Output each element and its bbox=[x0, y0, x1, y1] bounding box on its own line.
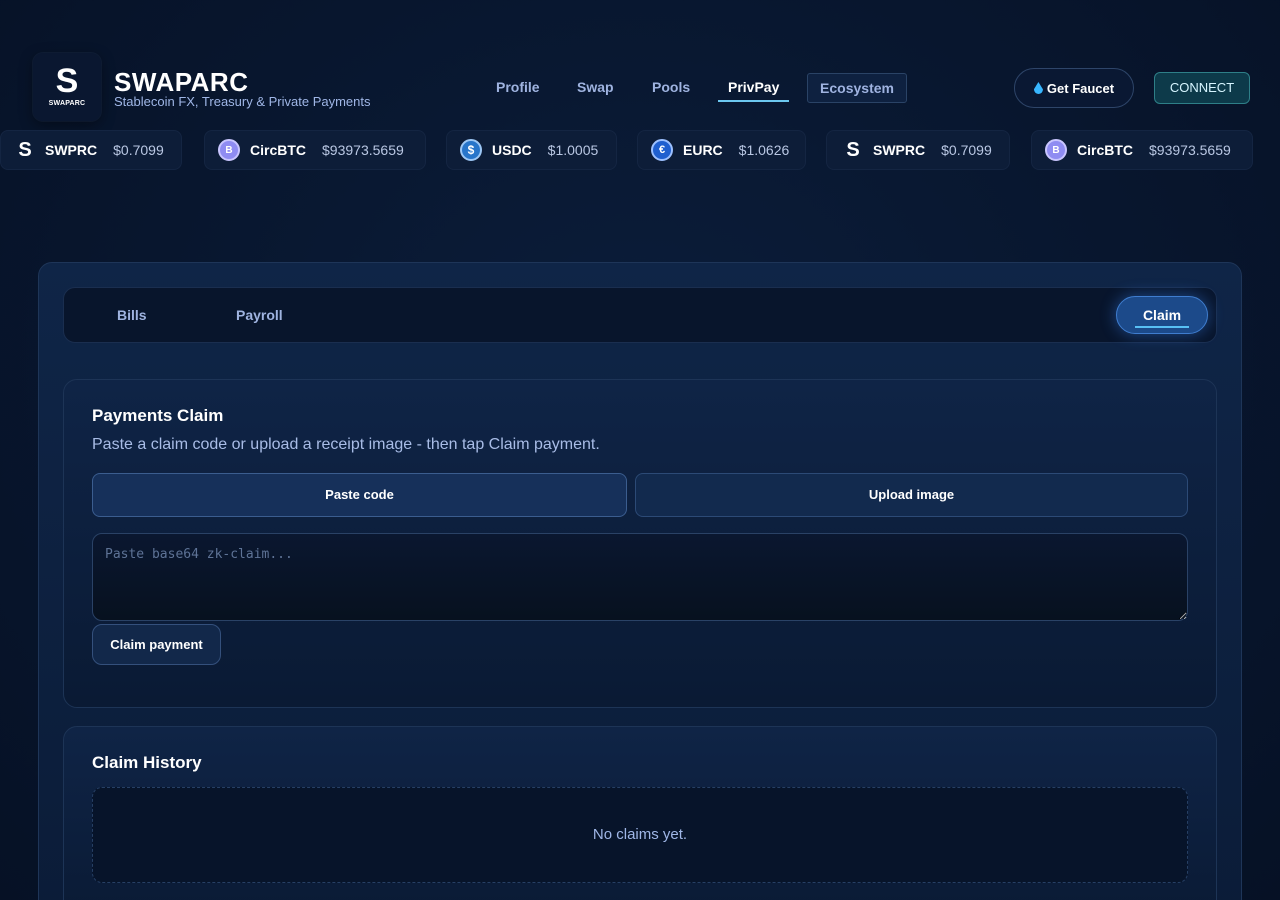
ticker-symbol: USDC bbox=[492, 142, 532, 158]
upload-image-button[interactable]: Upload image bbox=[635, 473, 1188, 517]
payments-claim-description: Paste a claim code or upload a receipt i… bbox=[92, 436, 600, 453]
brand-logo[interactable]: S SWAPARC bbox=[33, 53, 101, 121]
circbtc-icon: B bbox=[218, 139, 240, 161]
nav-active-indicator bbox=[718, 100, 789, 102]
eurc-icon: € bbox=[651, 139, 673, 161]
water-drop-icon bbox=[1033, 82, 1043, 94]
brand-title: SWAPARC bbox=[114, 67, 249, 97]
ticker-symbol: SWPRC bbox=[873, 142, 926, 158]
nav-pools[interactable]: Pools bbox=[652, 79, 690, 95]
tab-active-indicator bbox=[1135, 326, 1189, 328]
ticker-price: $1.0005 bbox=[547, 142, 599, 158]
ticker-price: $1.0626 bbox=[738, 142, 790, 158]
ticker-price: $0.7099 bbox=[941, 142, 992, 158]
ticker-item[interactable]: $ USDC $1.0005 bbox=[446, 130, 617, 170]
nav-profile[interactable]: Profile bbox=[496, 79, 540, 95]
ticker-symbol: SWPRC bbox=[45, 142, 98, 158]
paste-code-button[interactable]: Paste code bbox=[92, 473, 627, 517]
ticker-item[interactable]: S SWPRC $0.7099 bbox=[0, 130, 182, 170]
get-faucet-label: Get Faucet bbox=[1046, 80, 1115, 96]
ticker-item[interactable]: B CircBTC $93973.5659 bbox=[1031, 130, 1253, 170]
ticker-price: $0.7099 bbox=[113, 142, 164, 158]
circbtc-icon: B bbox=[1045, 139, 1067, 161]
ticker-symbol: CircBTC bbox=[250, 142, 307, 158]
connect-wallet-button[interactable]: CONNECT bbox=[1154, 72, 1250, 104]
claim-payment-button[interactable]: Claim payment bbox=[92, 624, 221, 665]
payments-claim-title: Payments Claim bbox=[92, 406, 224, 425]
ticker-item[interactable]: S SWPRC $0.7099 bbox=[826, 130, 1010, 170]
logo-wordmark: SWAPARC bbox=[48, 100, 86, 107]
swprc-icon: S bbox=[846, 138, 860, 161]
ticker-symbol: CircBTC bbox=[1077, 142, 1134, 158]
ticker-item[interactable]: € EURC $1.0626 bbox=[637, 130, 806, 170]
ticker-item[interactable]: B CircBTC $93973.5659 bbox=[204, 130, 426, 170]
nav-swap[interactable]: Swap bbox=[577, 79, 614, 95]
nav-privpay[interactable]: PrivPay bbox=[728, 79, 779, 95]
swprc-icon: S bbox=[18, 138, 32, 161]
ticker-price: $93973.5659 bbox=[1149, 142, 1231, 158]
claim-history-title: Claim History bbox=[92, 753, 202, 772]
brand-subtitle: Stablecoin FX, Treasury & Private Paymen… bbox=[114, 94, 371, 109]
logo-letter: S bbox=[55, 62, 79, 100]
get-faucet-button[interactable]: Get Faucet bbox=[1014, 68, 1134, 108]
claim-code-input[interactable] bbox=[92, 533, 1188, 621]
ticker-price: $93973.5659 bbox=[322, 142, 404, 158]
tab-bills[interactable]: Bills bbox=[117, 307, 147, 323]
tab-payroll[interactable]: Payroll bbox=[236, 307, 283, 323]
nav-ecosystem[interactable]: Ecosystem bbox=[807, 73, 907, 103]
tab-claim[interactable]: Claim bbox=[1116, 296, 1208, 334]
usdc-icon: $ bbox=[460, 139, 482, 161]
app-header: S SWAPARC SWAPARC Stablecoin FX, Treasur… bbox=[0, 0, 1280, 125]
ticker-symbol: EURC bbox=[683, 142, 723, 158]
claim-history-empty-state: No claims yet. bbox=[92, 787, 1188, 883]
